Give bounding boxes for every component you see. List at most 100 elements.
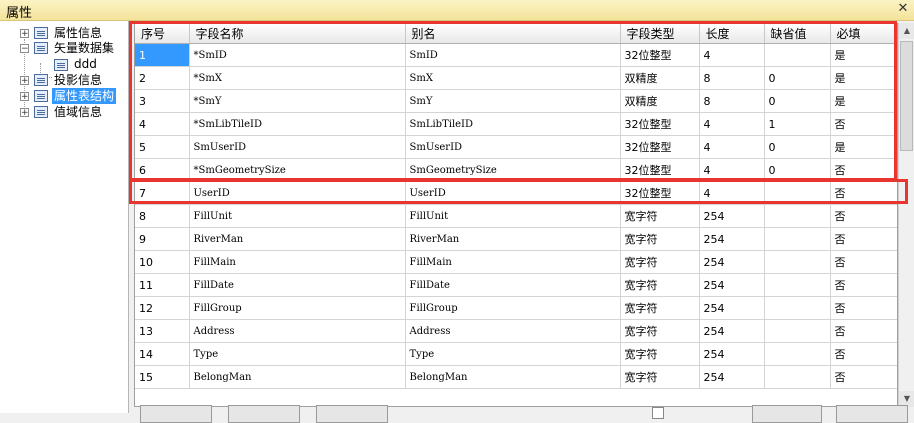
cell-default[interactable]: [764, 319, 831, 343]
cell-length[interactable]: 4: [699, 112, 765, 136]
column-header-required[interactable]: 必填: [830, 24, 897, 44]
cell-index[interactable]: 6: [135, 158, 190, 182]
cell-alias[interactable]: FillGroup: [405, 296, 621, 320]
cell-alias[interactable]: UserID: [405, 181, 621, 205]
apply-button[interactable]: [836, 405, 908, 423]
cell-alias[interactable]: FillDate: [405, 273, 621, 297]
expand-icon[interactable]: +: [20, 29, 29, 39]
cell-index[interactable]: 4: [135, 112, 190, 136]
cell-field-type[interactable]: 32位整型: [620, 112, 700, 136]
cell-required[interactable]: 否: [830, 181, 897, 205]
delete-button[interactable]: [228, 405, 300, 423]
cell-required[interactable]: 否: [830, 365, 897, 389]
cell-alias[interactable]: BelongMan: [405, 365, 621, 389]
cell-index[interactable]: 12: [135, 296, 190, 320]
cell-field-type[interactable]: 双精度: [620, 66, 700, 90]
column-header-field-type[interactable]: 字段类型: [620, 24, 700, 44]
cell-field-name[interactable]: FillDate: [189, 273, 406, 297]
cell-field-type[interactable]: 宽字符: [620, 250, 700, 274]
add-button[interactable]: [140, 405, 212, 423]
cell-index[interactable]: 9: [135, 227, 190, 251]
table-row[interactable]: 14 Type Type 宽字符 254 否: [135, 342, 897, 366]
vertical-scrollbar[interactable]: ▲ ▼: [898, 23, 914, 407]
cell-field-name[interactable]: *SmID: [189, 43, 406, 67]
cell-alias[interactable]: FillMain: [405, 250, 621, 274]
scroll-up-icon[interactable]: ▲: [899, 23, 914, 39]
cell-index[interactable]: 3: [135, 89, 190, 113]
cell-required[interactable]: 是: [830, 66, 897, 90]
cell-required[interactable]: 否: [830, 319, 897, 343]
cell-field-type[interactable]: 宽字符: [620, 204, 700, 228]
cell-length[interactable]: 254: [699, 342, 765, 366]
cell-default[interactable]: [764, 227, 831, 251]
cell-required[interactable]: 否: [830, 227, 897, 251]
cell-field-type[interactable]: 32位整型: [620, 158, 700, 182]
column-header-length[interactable]: 长度: [699, 24, 765, 44]
cell-field-type[interactable]: 32位整型: [620, 181, 700, 205]
cell-length[interactable]: 254: [699, 365, 765, 389]
cell-index[interactable]: 11: [135, 273, 190, 297]
cell-field-name[interactable]: FillUnit: [189, 204, 406, 228]
cell-required[interactable]: 否: [830, 204, 897, 228]
cell-field-name[interactable]: RiverMan: [189, 227, 406, 251]
modify-button[interactable]: [316, 405, 388, 423]
cell-field-type[interactable]: 32位整型: [620, 43, 700, 67]
cell-field-name[interactable]: Type: [189, 342, 406, 366]
cell-default[interactable]: 0: [764, 66, 831, 90]
cell-index[interactable]: 10: [135, 250, 190, 274]
cell-alias[interactable]: FillUnit: [405, 204, 621, 228]
cell-length[interactable]: 254: [699, 319, 765, 343]
cell-required[interactable]: 是: [830, 89, 897, 113]
collapse-icon[interactable]: −: [20, 44, 29, 54]
table-row[interactable]: 6 *SmGeometrySize SmGeometrySize 32位整型 4…: [135, 158, 897, 182]
table-row[interactable]: 15 BelongMan BelongMan 宽字符 254 否: [135, 365, 897, 389]
cell-field-name[interactable]: Address: [189, 319, 406, 343]
cell-alias[interactable]: RiverMan: [405, 227, 621, 251]
expand-icon[interactable]: +: [20, 108, 29, 118]
cell-field-name[interactable]: FillGroup: [189, 296, 406, 320]
cell-default[interactable]: [764, 296, 831, 320]
cell-index[interactable]: 15: [135, 365, 190, 389]
cell-alias[interactable]: SmY: [405, 89, 621, 113]
cell-index[interactable]: 5: [135, 135, 190, 159]
cell-field-type[interactable]: 宽字符: [620, 319, 700, 343]
cell-required[interactable]: 否: [830, 112, 897, 136]
cell-alias[interactable]: SmLibTileID: [405, 112, 621, 136]
table-row[interactable]: 3 *SmY SmY 双精度 8 0 是: [135, 89, 897, 113]
cell-field-name[interactable]: SmUserID: [189, 135, 406, 159]
cell-length[interactable]: 254: [699, 250, 765, 274]
scrollbar-thumb[interactable]: [900, 41, 913, 151]
table-row[interactable]: 1 *SmID SmID 32位整型 4 是: [135, 43, 897, 67]
column-header-field-name[interactable]: 字段名称: [189, 24, 406, 44]
column-header-default[interactable]: 缺省值: [764, 24, 831, 44]
cell-index[interactable]: 14: [135, 342, 190, 366]
field-table[interactable]: 序号 字段名称 别名 字段类型 长度 缺省值 必填 1 *SmID SmID 3…: [134, 23, 898, 407]
cell-alias[interactable]: SmID: [405, 43, 621, 67]
cell-length[interactable]: 8: [699, 66, 765, 90]
cell-field-name[interactable]: *SmX: [189, 66, 406, 90]
cell-default[interactable]: 0: [764, 135, 831, 159]
cell-default[interactable]: [764, 342, 831, 366]
cell-default[interactable]: [764, 365, 831, 389]
cell-alias[interactable]: SmX: [405, 66, 621, 90]
table-row[interactable]: 5 SmUserID SmUserID 32位整型 4 0 是: [135, 135, 897, 159]
column-header-index[interactable]: 序号: [135, 24, 190, 44]
cell-default[interactable]: [764, 181, 831, 205]
cell-index[interactable]: 2: [135, 66, 190, 90]
cell-default[interactable]: 1: [764, 112, 831, 136]
cell-field-type[interactable]: 宽字符: [620, 342, 700, 366]
cell-length[interactable]: 4: [699, 43, 765, 67]
show-system-fields-checkbox[interactable]: [652, 407, 664, 419]
cell-default[interactable]: [764, 273, 831, 297]
cell-required[interactable]: 是: [830, 135, 897, 159]
cell-field-type[interactable]: 宽字符: [620, 365, 700, 389]
cell-index[interactable]: 13: [135, 319, 190, 343]
cell-default[interactable]: [764, 43, 831, 67]
cell-field-type[interactable]: 宽字符: [620, 227, 700, 251]
cell-length[interactable]: 4: [699, 158, 765, 182]
table-row[interactable]: 11 FillDate FillDate 宽字符 254 否: [135, 273, 897, 297]
cell-required[interactable]: 是: [830, 43, 897, 67]
table-row[interactable]: 4 *SmLibTileID SmLibTileID 32位整型 4 1 否: [135, 112, 897, 136]
table-row[interactable]: 7 UserID UserID 32位整型 4 否: [135, 181, 897, 205]
cell-field-name[interactable]: *SmY: [189, 89, 406, 113]
